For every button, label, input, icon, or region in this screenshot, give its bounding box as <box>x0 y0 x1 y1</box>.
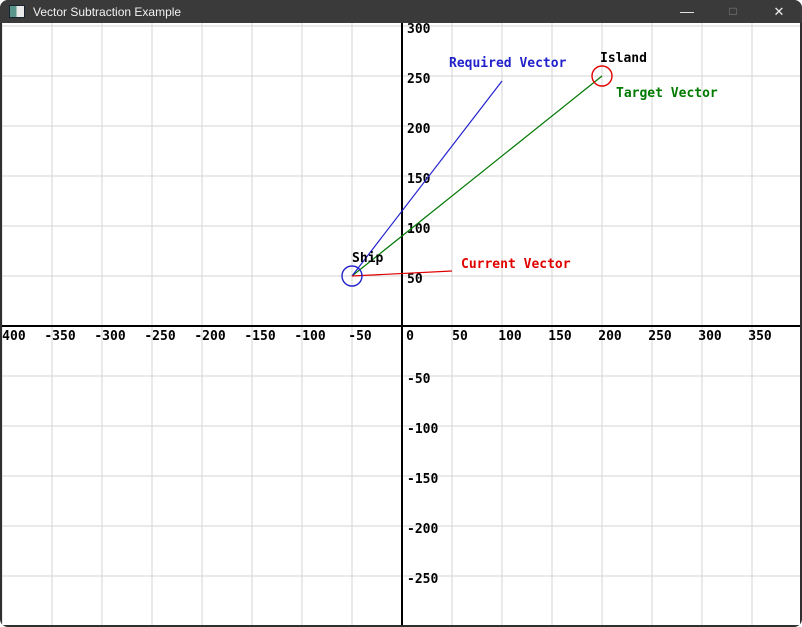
x-tick-label: 200 <box>598 329 622 344</box>
x-tick-label: 50 <box>452 329 468 344</box>
y-tick-label: 300 <box>407 23 431 37</box>
y-tick-label: 200 <box>407 122 431 137</box>
plot-annotation: Required Vector <box>449 56 567 71</box>
vector-line <box>352 81 502 276</box>
y-tick-label: -150 <box>407 472 438 487</box>
y-tick-label: -250 <box>407 572 438 587</box>
y-tick-label: 150 <box>407 172 431 187</box>
y-tick-label: 50 <box>407 272 423 287</box>
y-tick-label: -200 <box>407 522 438 537</box>
maximize-button[interactable]: □ <box>710 0 756 23</box>
x-tick-label: -200 <box>194 329 225 344</box>
x-tick-label: 350 <box>748 329 772 344</box>
x-tick-label: 250 <box>648 329 672 344</box>
x-tick-label: 300 <box>698 329 722 344</box>
window-controls: — □ ✕ <box>664 0 802 23</box>
y-tick-label: -100 <box>407 422 438 437</box>
plot-annotation: Island <box>600 51 647 66</box>
x-tick-label: -250 <box>144 329 175 344</box>
minimize-button[interactable]: — <box>664 0 710 23</box>
x-tick-label: -400 <box>2 329 26 344</box>
plot-annotation: Current Vector <box>461 257 571 272</box>
x-tick-label: 150 <box>548 329 572 344</box>
plot-svg: -400 -350 -300 -250 -200 -150 -100 -50 0 50 100 150… <box>2 23 800 625</box>
app-window: Vector Subtraction Example — □ ✕ -400 -35… <box>0 0 802 627</box>
app-icon <box>9 5 25 18</box>
plot-annotation: Ship <box>352 251 383 266</box>
titlebar[interactable]: Vector Subtraction Example — □ ✕ <box>0 0 802 23</box>
plot-canvas: -400 -350 -300 -250 -200 -150 -100 -50 0 50 100 150… <box>2 23 800 625</box>
x-tick-label: 100 <box>498 329 522 344</box>
plot-annotation: Target Vector <box>616 86 718 101</box>
close-button[interactable]: ✕ <box>756 0 802 23</box>
x-tick-label: -150 <box>244 329 275 344</box>
y-tick-label: 250 <box>407 72 431 87</box>
window-title: Vector Subtraction Example <box>33 5 181 19</box>
x-tick-label: -300 <box>94 329 125 344</box>
x-tick-label: -50 <box>348 329 372 344</box>
x-tick-label: 0 <box>406 329 414 344</box>
y-tick-label: -50 <box>407 372 431 387</box>
x-tick-label: -350 <box>44 329 75 344</box>
x-tick-label: -100 <box>294 329 325 344</box>
